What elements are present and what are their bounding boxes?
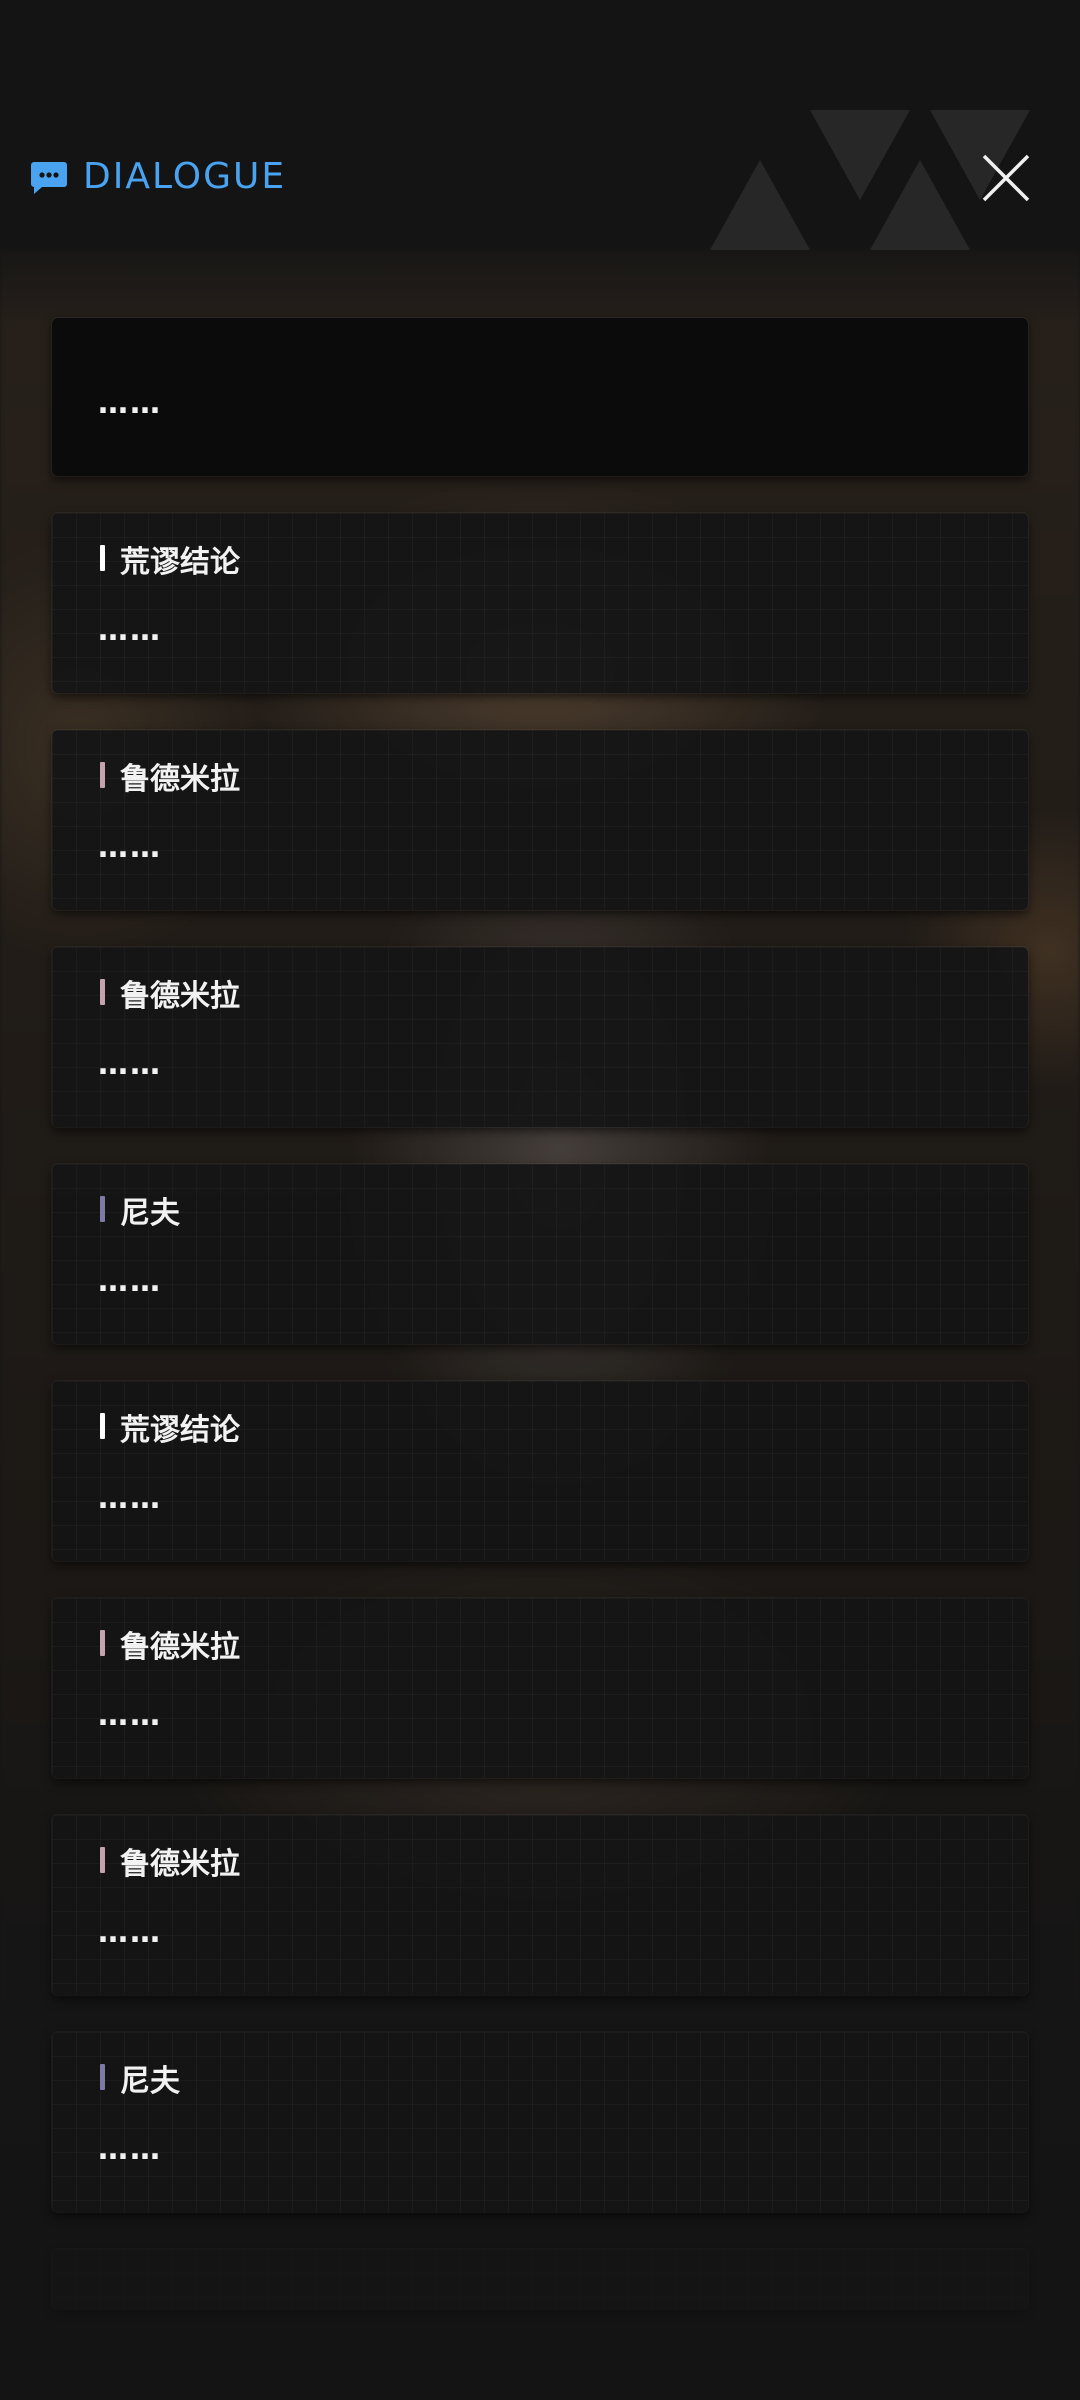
dialogue-text: …… <box>98 2132 162 2167</box>
dialogue-text: …… <box>98 1481 162 1516</box>
dialogue-text: …… <box>98 1264 162 1299</box>
speaker-color-bar <box>100 545 105 571</box>
speaker-name: 鲁德米拉 <box>120 1630 240 1665</box>
dialogue-text: …… <box>98 830 162 865</box>
dialogue-log-screen: DIALOGUE …… 荒谬结论 …… 鲁德米拉 …… 鲁德米拉 …… 尼夫 …… <box>0 0 1080 2400</box>
close-button[interactable] <box>978 150 1034 206</box>
speaker-name: 荒谬结论 <box>120 1413 240 1448</box>
dialogue-entry: 鲁德米拉 …… <box>52 1598 1028 1778</box>
dialogue-text: …… <box>98 1915 162 1950</box>
speaker-name: 鲁德米拉 <box>120 762 240 797</box>
dialogue-text: …… <box>98 1047 162 1082</box>
dialogue-list[interactable]: …… 荒谬结论 …… 鲁德米拉 …… 鲁德米拉 …… 尼夫 …… 荒谬结论 ……… <box>52 318 1028 2309</box>
speaker-color-bar <box>100 979 105 1005</box>
speaker-name: 荒谬结论 <box>120 545 240 580</box>
dialogue-title: DIALOGUE <box>83 156 287 197</box>
dialogue-entry: 鲁德米拉 …… <box>52 730 1028 910</box>
speaker-color-bar <box>100 1847 105 1873</box>
speaker-color-bar <box>100 1413 105 1439</box>
speaker-name: 鲁德米拉 <box>120 1847 240 1882</box>
speaker-name: 鲁德米拉 <box>120 979 240 1014</box>
dialogue-header: DIALOGUE <box>0 150 1080 210</box>
dialogue-entry: 尼夫 …… <box>52 1164 1028 1344</box>
chat-bubble-icon <box>31 162 67 194</box>
dialogue-entry: 鲁德米拉 …… <box>52 947 1028 1127</box>
dialogue-entry: 荒谬结论 …… <box>52 1381 1028 1561</box>
dialogue-entry: 荒谬结论 …… <box>52 513 1028 693</box>
dialogue-entry-partial <box>52 2249 1028 2309</box>
speaker-color-bar <box>100 1630 105 1656</box>
speaker-color-bar <box>100 762 105 788</box>
dialogue-entry: 尼夫 …… <box>52 2032 1028 2212</box>
dialogue-entry: 鲁德米拉 …… <box>52 1815 1028 1995</box>
dialogue-text: …… <box>98 613 162 648</box>
dialogue-entry-narration: …… <box>52 318 1028 476</box>
dialogue-text: …… <box>98 1698 162 1733</box>
speaker-color-bar <box>100 1196 105 1222</box>
speaker-name: 尼夫 <box>120 2064 180 2099</box>
speaker-color-bar <box>100 2064 105 2090</box>
close-icon <box>982 154 1030 202</box>
speaker-name: 尼夫 <box>120 1196 180 1231</box>
dialogue-text: …… <box>98 386 162 421</box>
